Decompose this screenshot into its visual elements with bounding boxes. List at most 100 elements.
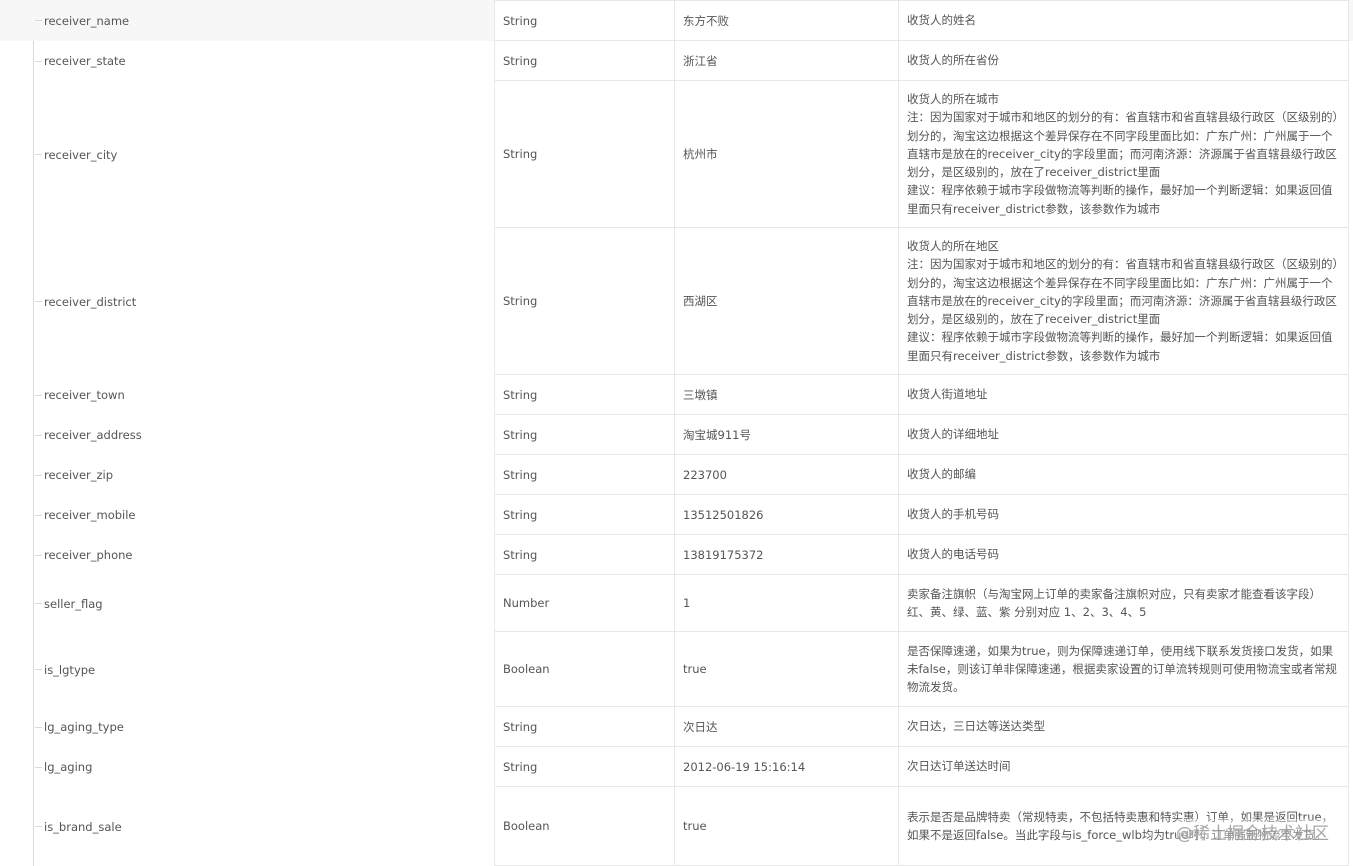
field-name: receiver_mobile xyxy=(44,508,136,522)
field-description: 是否保障速递，如果为true，则为保障速递订单，使用线下联系发货接口发货，如果未… xyxy=(898,632,1349,706)
tree-branch xyxy=(35,554,42,556)
field-name-cell: receiver_town xyxy=(35,375,490,415)
tree-branch xyxy=(35,20,42,21)
table-row[interactable]: lg_aging String 2012-06-19 15:16:14 次日达订单送达… xyxy=(0,747,1353,787)
field-name-cell: receiver_mobile xyxy=(35,495,490,535)
tree-branch xyxy=(35,826,42,827)
table-row[interactable]: seller_flag Number 1 卖家备注旗帜（与淘宝网上订单的卖家备注旗帜对… xyxy=(0,575,1353,632)
field-example: 东方不败 xyxy=(674,1,898,40)
field-name-cell: is_brand_sale xyxy=(35,787,490,866)
field-cells: String 2012-06-19 15:16:14 次日达订单送达时间 xyxy=(494,747,1349,787)
field-example: 淘宝城911号 xyxy=(674,415,898,454)
tree-branch xyxy=(35,434,42,436)
field-name: lg_aging_type xyxy=(44,720,124,734)
field-name: receiver_phone xyxy=(44,548,133,562)
field-name-cell: receiver_city xyxy=(35,81,490,228)
field-description: 收货人的电话号码 xyxy=(898,535,1349,574)
field-example: 次日达 xyxy=(674,707,898,746)
field-type: Boolean xyxy=(494,787,674,865)
field-name-cell: receiver_name xyxy=(35,0,490,41)
tree-branch xyxy=(35,60,42,62)
field-type: String xyxy=(494,228,674,374)
field-name-cell: receiver_state xyxy=(35,41,490,81)
table-row[interactable]: receiver_zip String 223700 收货人的邮编 xyxy=(0,455,1353,495)
field-name-cell: receiver_address xyxy=(35,415,490,455)
tree-branch xyxy=(35,514,42,516)
field-description: 收货人的姓名 xyxy=(898,1,1349,40)
field-description: 收货人的所在城市 注：因为国家对于城市和地区的划分的有：省直辖市和省直辖县级行政… xyxy=(898,81,1349,227)
field-type: String xyxy=(494,455,674,494)
tree-branch xyxy=(35,154,42,155)
field-description: 收货人的所在省份 xyxy=(898,41,1349,80)
field-description: 收货人的所在地区 注：因为国家对于城市和地区的划分的有：省直辖市和省直辖县级行政… xyxy=(898,228,1349,374)
field-example: 223700 xyxy=(674,455,898,494)
field-cells: String 223700 收货人的邮编 xyxy=(494,455,1349,495)
field-cells: String 杭州市 收货人的所在城市 注：因为国家对于城市和地区的划分的有：省直辖… xyxy=(494,81,1349,228)
field-description: 次日达订单送达时间 xyxy=(898,747,1349,786)
field-name: receiver_district xyxy=(44,294,137,309)
table-row[interactable]: receiver_district String 西湖区 收货人的所在地区 注：因为国… xyxy=(0,228,1353,375)
table-row[interactable]: receiver_state String 浙江省 收货人的所在省份 xyxy=(0,41,1353,81)
field-cells: String 13512501826 收货人的手机号码 xyxy=(494,495,1349,535)
table-row[interactable]: receiver_phone String 13819175372 收货人的电话号码 xyxy=(0,535,1353,575)
field-type: String xyxy=(494,375,674,414)
field-name-cell: lg_aging_type xyxy=(35,707,490,747)
field-name: receiver_state xyxy=(44,54,126,68)
tree-branch xyxy=(35,474,42,476)
tree-branch xyxy=(35,394,42,396)
field-cells: String 浙江省 收货人的所在省份 xyxy=(494,41,1349,81)
tree-branch xyxy=(35,301,42,302)
field-cells: String 13819175372 收货人的电话号码 xyxy=(494,535,1349,575)
field-type: String xyxy=(494,81,674,227)
field-name-cell: receiver_phone xyxy=(35,535,490,575)
field-name-cell: receiver_district xyxy=(35,228,490,375)
table-row[interactable]: receiver_town String 三墩镇 收货人街道地址 xyxy=(0,375,1353,415)
field-type: Number xyxy=(494,575,674,631)
field-type: String xyxy=(494,495,674,534)
field-example: 杭州市 xyxy=(674,81,898,227)
field-example: 2012-06-19 15:16:14 xyxy=(674,747,898,786)
field-cells: String 次日达 次日达，三日达等送达类型 xyxy=(494,707,1349,747)
field-example: true xyxy=(674,787,898,865)
field-example: true xyxy=(674,632,898,706)
field-description: 卖家备注旗帜（与淘宝网上订单的卖家备注旗帜对应，只有卖家才能查看该字段）红、黄、… xyxy=(898,575,1349,631)
tree-branch xyxy=(35,726,42,728)
table-row[interactable]: lg_aging_type String 次日达 次日达，三日达等送达类型 xyxy=(0,707,1353,747)
watermark: @稀土掘金技术社区 xyxy=(1176,819,1329,844)
table-row[interactable]: is_lgtype Boolean true 是否保障速递，如果为true，则为保障速… xyxy=(0,632,1353,707)
field-name: seller_flag xyxy=(44,596,103,611)
field-name: receiver_town xyxy=(44,388,125,402)
field-type: String xyxy=(494,747,674,786)
table-row[interactable]: receiver_mobile String 13512501826 收货人的手机号码 xyxy=(0,495,1353,535)
field-name-cell: lg_aging xyxy=(35,747,490,787)
field-type: String xyxy=(494,415,674,454)
field-description: 收货人的详细地址 xyxy=(898,415,1349,454)
field-example: 浙江省 xyxy=(674,41,898,80)
tree-branch xyxy=(35,766,42,768)
field-name: receiver_name xyxy=(44,13,130,28)
field-cells: Number 1 卖家备注旗帜（与淘宝网上订单的卖家备注旗帜对应，只有卖家才能查看该… xyxy=(494,575,1349,632)
tree-branch xyxy=(35,603,42,604)
field-example: 三墩镇 xyxy=(674,375,898,414)
field-name: receiver_address xyxy=(44,428,142,442)
field-example: 1 xyxy=(674,575,898,631)
field-type: String xyxy=(494,707,674,746)
field-name: receiver_zip xyxy=(44,468,114,482)
field-description: 收货人的手机号码 xyxy=(898,495,1349,534)
field-name: is_lgtype xyxy=(44,662,96,677)
field-name: is_brand_sale xyxy=(44,819,122,834)
table-row[interactable]: receiver_city String 杭州市 收货人的所在城市 注：因为国家对于城… xyxy=(0,81,1353,228)
field-type: String xyxy=(494,41,674,80)
field-type: String xyxy=(494,535,674,574)
field-name: lg_aging xyxy=(44,760,93,774)
field-example: 13512501826 xyxy=(674,495,898,534)
field-example: 13819175372 xyxy=(674,535,898,574)
table-row[interactable]: is_brand_sale Boolean true 表示是否是品牌特卖（常规特卖，不… xyxy=(0,787,1353,866)
field-description: 次日达，三日达等送达类型 xyxy=(898,707,1349,746)
tree-branch xyxy=(35,669,42,670)
field-name-cell: receiver_zip xyxy=(35,455,490,495)
table-row[interactable]: receiver_address String 淘宝城911号 收货人的详细地址 xyxy=(0,415,1353,455)
field-cells: String 三墩镇 收货人街道地址 xyxy=(494,375,1349,415)
field-name: receiver_city xyxy=(44,147,118,162)
table-row[interactable]: receiver_name String 东方不败 收货人的姓名 xyxy=(0,0,1353,41)
